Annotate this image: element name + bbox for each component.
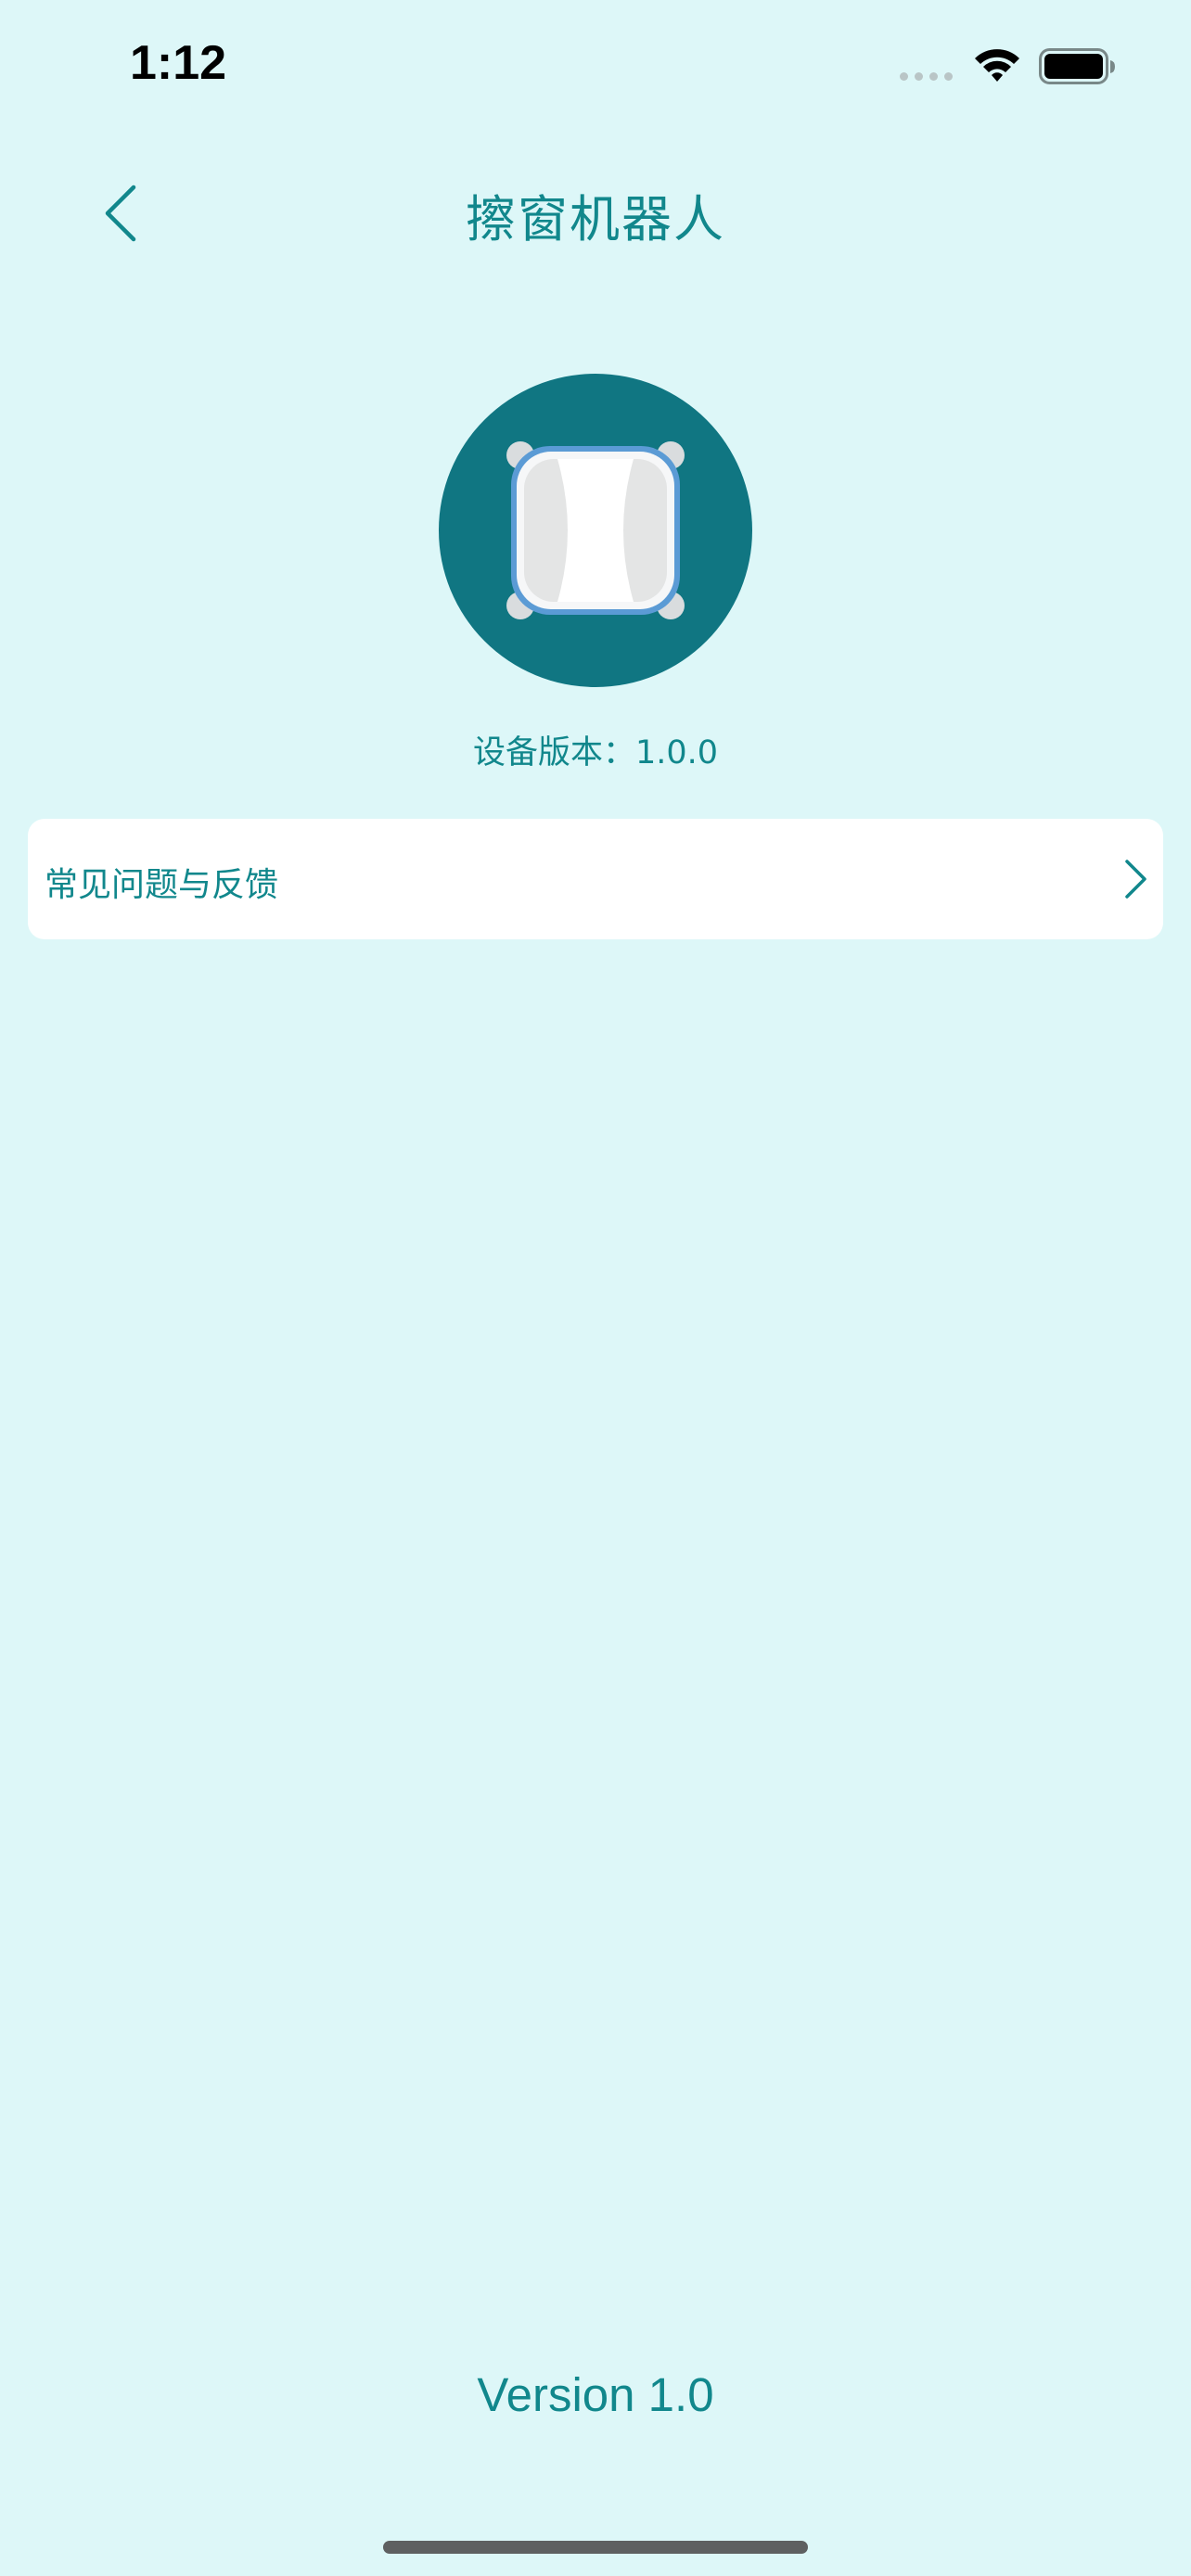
- device-version-label: 设备版本：1.0.0: [472, 734, 719, 772]
- menu-item-label: 常见问题与反馈: [45, 866, 279, 904]
- chevron-right-icon: [1125, 860, 1146, 899]
- wifi-icon: [975, 49, 1019, 82]
- app-version-label: Version 1.0: [477, 2368, 714, 2421]
- status-bar: 1:12: [0, 0, 1191, 139]
- battery-icon: [1039, 48, 1115, 84]
- page-title: 擦窗机器人: [466, 190, 725, 249]
- cellular-signal-icon: [900, 72, 953, 81]
- home-indicator[interactable]: [383, 2541, 808, 2554]
- menu-item-faq-feedback[interactable]: 常见问题与反馈: [28, 819, 1163, 939]
- navigation-bar: 擦窗机器人: [0, 139, 1191, 287]
- window-robot-image: [439, 374, 752, 687]
- status-time: 1:12: [130, 36, 227, 90]
